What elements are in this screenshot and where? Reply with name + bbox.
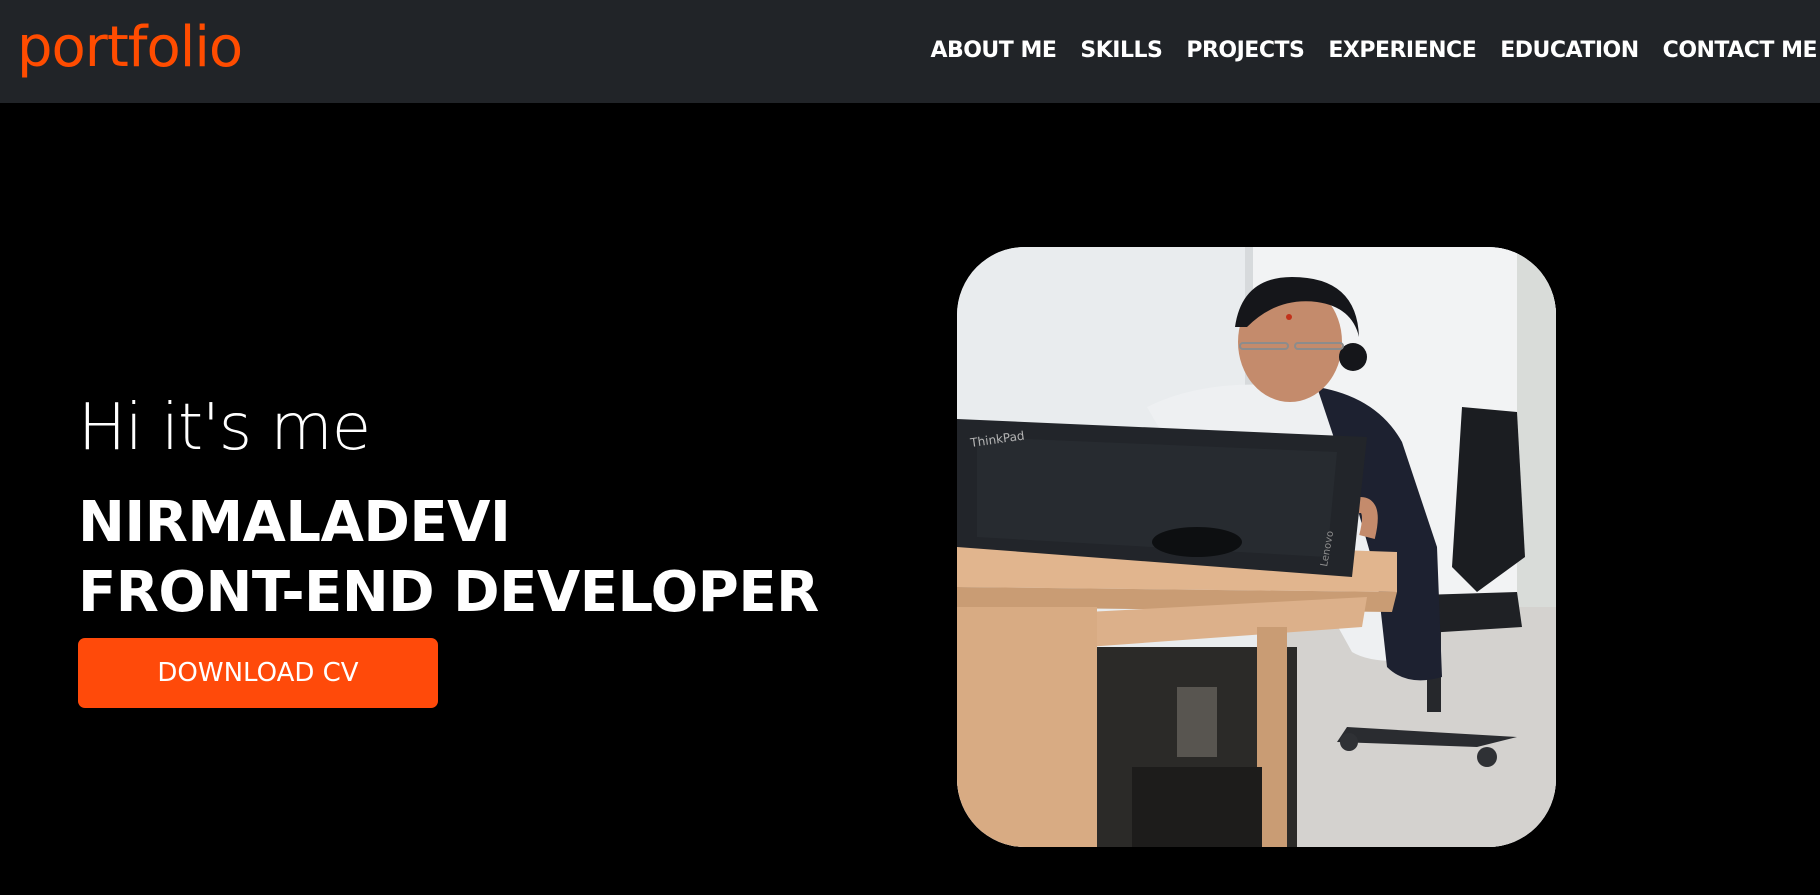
main-nav: ABOUT ME SKILLS PROJECTS EXPERIENCE EDUC…	[906, 32, 1817, 68]
photo-door-frame	[1517, 247, 1556, 667]
hero-greeting: Hi it's me	[78, 391, 371, 465]
photo-router	[1177, 687, 1217, 757]
photo-mouse	[1152, 527, 1242, 557]
photo-chair-wheel	[1340, 733, 1358, 751]
download-cv-button[interactable]: DOWNLOAD CV	[78, 638, 438, 708]
hero-role: FRONT-END DEVELOPER	[78, 560, 819, 625]
photo-cpu-box	[1132, 767, 1262, 847]
hero-name: NIRMALADEVI	[78, 490, 511, 555]
nav-item-experience[interactable]: EXPERIENCE	[1328, 38, 1476, 63]
nav-item-skills[interactable]: SKILLS	[1080, 38, 1162, 63]
navbar: portfolio ABOUT ME SKILLS PROJECTS EXPER…	[0, 0, 1820, 103]
photo-chair-wheel	[1477, 747, 1497, 767]
nav-item-projects[interactable]: PROJECTS	[1186, 38, 1304, 63]
nav-item-contact-me[interactable]: CONTACT ME	[1663, 38, 1818, 63]
logo[interactable]: portfolio	[17, 10, 243, 86]
profile-photo: ThinkPad Lenovo	[957, 247, 1556, 847]
profile-photo-illustration: ThinkPad Lenovo	[957, 247, 1556, 847]
nav-item-education[interactable]: EDUCATION	[1500, 38, 1639, 63]
photo-chair-back	[1452, 407, 1525, 592]
photo-person-bindi	[1286, 314, 1292, 320]
nav-item-about-me[interactable]: ABOUT ME	[930, 38, 1056, 63]
photo-desk-side	[957, 607, 1097, 847]
